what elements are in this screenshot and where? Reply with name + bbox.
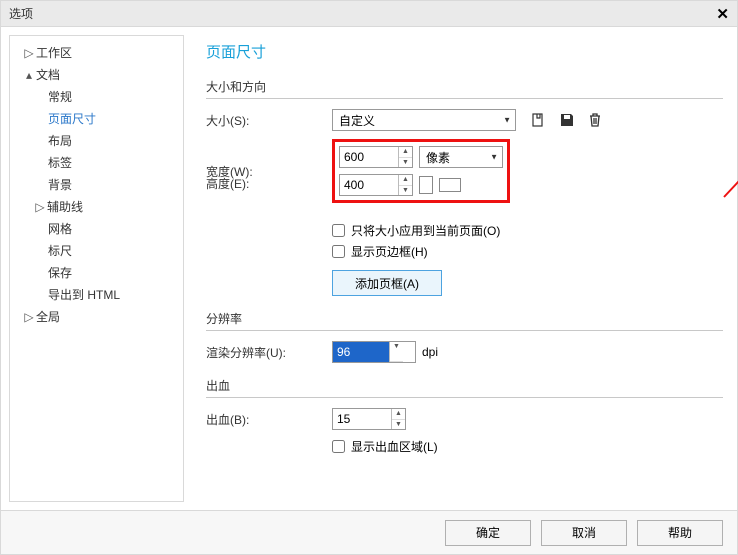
section-header-resolution: 分辨率: [206, 310, 723, 331]
options-dialog: 选项 ✕ ▷工作区 ▴文档 常规 页面尺寸 布局 标签 背景 ▷辅助线 网格 标…: [0, 0, 738, 555]
help-button[interactable]: 帮助: [637, 520, 723, 546]
trash-icon[interactable]: [584, 109, 606, 131]
height-label: 高度(E):: [206, 175, 332, 192]
spinner-up-icon[interactable]: ▲: [399, 175, 412, 186]
tree-item-labels[interactable]: 标签: [10, 152, 183, 174]
highlight-annotation: ▲▼ 像素 ▼ ▲▼: [332, 139, 510, 203]
close-icon[interactable]: ✕: [716, 5, 729, 23]
chevron-right-icon: ▷: [35, 198, 45, 216]
dialog-footer: 确定 取消 帮助: [1, 510, 737, 554]
tree-item-grid[interactable]: 网格: [10, 218, 183, 240]
cancel-button[interactable]: 取消: [541, 520, 627, 546]
show-page-border-label: 显示页边框(H): [351, 243, 428, 260]
tree-item-export-html[interactable]: 导出到 HTML: [10, 284, 183, 306]
bleed-spinner[interactable]: ▲▼: [332, 408, 406, 430]
chevron-down-icon[interactable]: ▼: [390, 342, 403, 362]
bleed-label: 出血(B):: [206, 411, 332, 428]
floppy-save-icon[interactable]: [556, 109, 578, 131]
chevron-down-icon: ▼: [490, 153, 498, 162]
tree-item-global[interactable]: ▷全局: [10, 306, 183, 328]
unit-select[interactable]: 像素 ▼: [419, 146, 503, 168]
tree-item-page-size[interactable]: 页面尺寸: [10, 108, 183, 130]
width-spinner[interactable]: ▲▼: [339, 146, 413, 168]
apply-current-page-checkbox[interactable]: [332, 224, 345, 237]
chevron-down-icon: ▼: [503, 116, 511, 125]
tree-item-layout[interactable]: 布局: [10, 130, 183, 152]
spinner-down-icon[interactable]: ▼: [392, 420, 405, 430]
section-header-size: 大小和方向: [206, 78, 723, 99]
show-bleed-label: 显示出血区域(L): [351, 438, 438, 455]
section-resolution: 分辨率 渲染分辨率(U): ▼ dpi: [206, 310, 723, 363]
titlebar: 选项 ✕: [1, 1, 737, 27]
orientation-landscape-button[interactable]: [439, 178, 461, 192]
add-page-border-button[interactable]: 添加页框(A): [332, 270, 442, 296]
main-panel: 页面尺寸 大小和方向 大小(S): 自定义 ▼: [184, 27, 737, 510]
dpi-unit-label: dpi: [422, 345, 438, 359]
dialog-body: ▷工作区 ▴文档 常规 页面尺寸 布局 标签 背景 ▷辅助线 网格 标尺 保存 …: [1, 27, 737, 510]
spinner-up-icon[interactable]: ▲: [399, 147, 412, 158]
orientation-portrait-button[interactable]: [419, 176, 433, 194]
tree-item-ruler[interactable]: 标尺: [10, 240, 183, 262]
chevron-right-icon: ▷: [24, 308, 34, 326]
window-title: 选项: [9, 5, 33, 22]
show-bleed-checkbox[interactable]: [332, 440, 345, 453]
tree-item-general[interactable]: 常规: [10, 86, 183, 108]
tree-item-document[interactable]: ▴文档: [10, 64, 183, 86]
spinner-up-icon[interactable]: ▲: [392, 409, 405, 420]
show-page-border-checkbox[interactable]: [332, 245, 345, 258]
section-bleed: 出血 出血(B): ▲▼ 显示出血区域(L): [206, 377, 723, 455]
spinner-down-icon[interactable]: ▼: [399, 158, 412, 168]
spinner-down-icon[interactable]: ▼: [399, 186, 412, 196]
render-resolution-label: 渲染分辨率(U):: [206, 344, 332, 361]
page-title: 页面尺寸: [206, 41, 723, 62]
save-preset-icon[interactable]: [528, 109, 550, 131]
tree-item-guides[interactable]: ▷辅助线: [10, 196, 183, 218]
section-size: 大小和方向 大小(S): 自定义 ▼: [206, 78, 723, 296]
chevron-right-icon: ▷: [24, 44, 34, 62]
sidebar-tree[interactable]: ▷工作区 ▴文档 常规 页面尺寸 布局 标签 背景 ▷辅助线 网格 标尺 保存 …: [9, 35, 184, 502]
section-header-bleed: 出血: [206, 377, 723, 398]
ok-button[interactable]: 确定: [445, 520, 531, 546]
tree-item-save[interactable]: 保存: [10, 262, 183, 284]
size-select[interactable]: 自定义 ▼: [332, 109, 516, 131]
size-label: 大小(S):: [206, 112, 332, 129]
tree-item-background[interactable]: 背景: [10, 174, 183, 196]
height-spinner[interactable]: ▲▼: [339, 174, 413, 196]
apply-current-page-label: 只将大小应用到当前页面(O): [351, 222, 500, 239]
tree-item-workspace[interactable]: ▷工作区: [10, 42, 183, 64]
render-resolution-input[interactable]: ▼: [332, 341, 416, 363]
chevron-down-icon: ▴: [24, 66, 34, 84]
